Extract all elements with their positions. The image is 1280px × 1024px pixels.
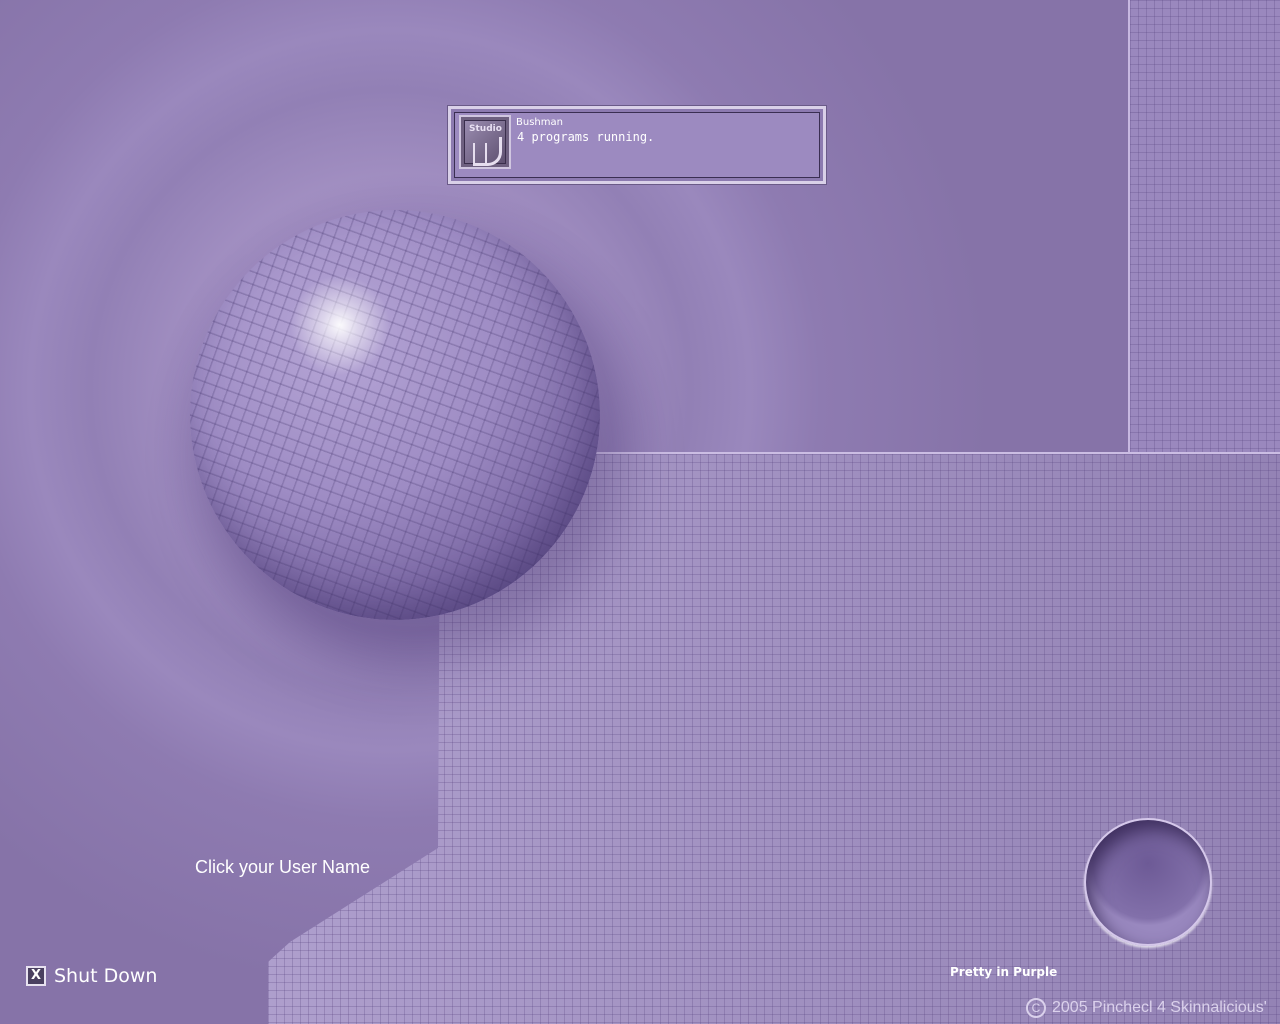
theme-name: Pretty in Purple bbox=[950, 965, 1058, 979]
decorative-sphere bbox=[190, 210, 600, 620]
shutdown-x-icon[interactable]: X bbox=[26, 966, 46, 986]
studio-bars-icon bbox=[473, 143, 487, 163]
user-status: 4 programs running. bbox=[517, 130, 655, 144]
avatar-label: Studio bbox=[469, 124, 502, 134]
shutdown-label[interactable]: Shut Down bbox=[54, 965, 157, 987]
user-tile-frame: Studio Bushman 4 programs running. bbox=[454, 112, 820, 178]
shutdown-button[interactable]: X Shut Down bbox=[26, 965, 157, 987]
avatar-picture: Studio bbox=[464, 120, 506, 166]
copyright-icon: C bbox=[1026, 998, 1046, 1018]
user-tile-bushman[interactable]: Studio Bushman 4 programs running. bbox=[448, 106, 826, 184]
user-name[interactable]: Bushman bbox=[516, 117, 563, 128]
decorative-hole bbox=[1084, 818, 1212, 946]
right-grid-panel bbox=[1128, 0, 1280, 460]
copyright-notice: C 2005 Pinchecl 4 Skinnalicious' bbox=[1026, 998, 1267, 1018]
user-avatar[interactable]: Studio bbox=[459, 115, 511, 169]
welcome-screen: Studio Bushman 4 programs running. Click… bbox=[0, 0, 1280, 1024]
login-prompt: Click your User Name bbox=[195, 857, 371, 877]
copyright-text: 2005 Pinchecl 4 Skinnalicious' bbox=[1052, 999, 1267, 1016]
